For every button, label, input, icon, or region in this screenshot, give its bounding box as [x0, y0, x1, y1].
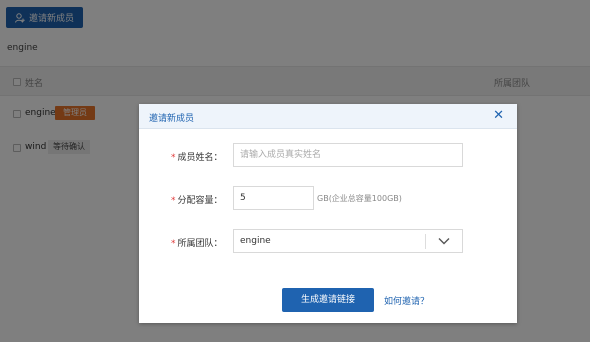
quota-row: *分配容量： GB(企业总容量100GB) — [139, 186, 517, 210]
member-name-input[interactable] — [233, 143, 463, 167]
quota-input[interactable] — [233, 186, 314, 210]
required-mark: * — [171, 196, 176, 206]
dialog-header: 邀请新成员 ✕ — [139, 104, 517, 129]
member-name-row: * 成员姓名： — [139, 143, 517, 167]
dialog-title: 邀请新成员 — [149, 114, 195, 124]
quota-hint: GB(企业总容量100GB) — [317, 194, 402, 203]
team-row: * 所属团队： engine — [139, 229, 517, 253]
close-icon[interactable]: ✕ — [493, 109, 504, 122]
team-select[interactable]: engine — [233, 229, 463, 253]
how-to-invite-link[interactable]: 如何邀请？ — [384, 294, 429, 307]
required-mark: * — [171, 153, 176, 163]
team-select-value: engine — [240, 236, 271, 246]
select-divider — [425, 234, 426, 249]
generate-link-button[interactable]: 生成邀请链接 — [282, 288, 374, 312]
invite-member-dialog: 邀请新成员 ✕ *成员姓名： *分配容量： GB(企业总容量100GB) *所属… — [139, 104, 517, 323]
chevron-down-icon — [438, 238, 450, 245]
required-mark: * — [171, 239, 176, 249]
